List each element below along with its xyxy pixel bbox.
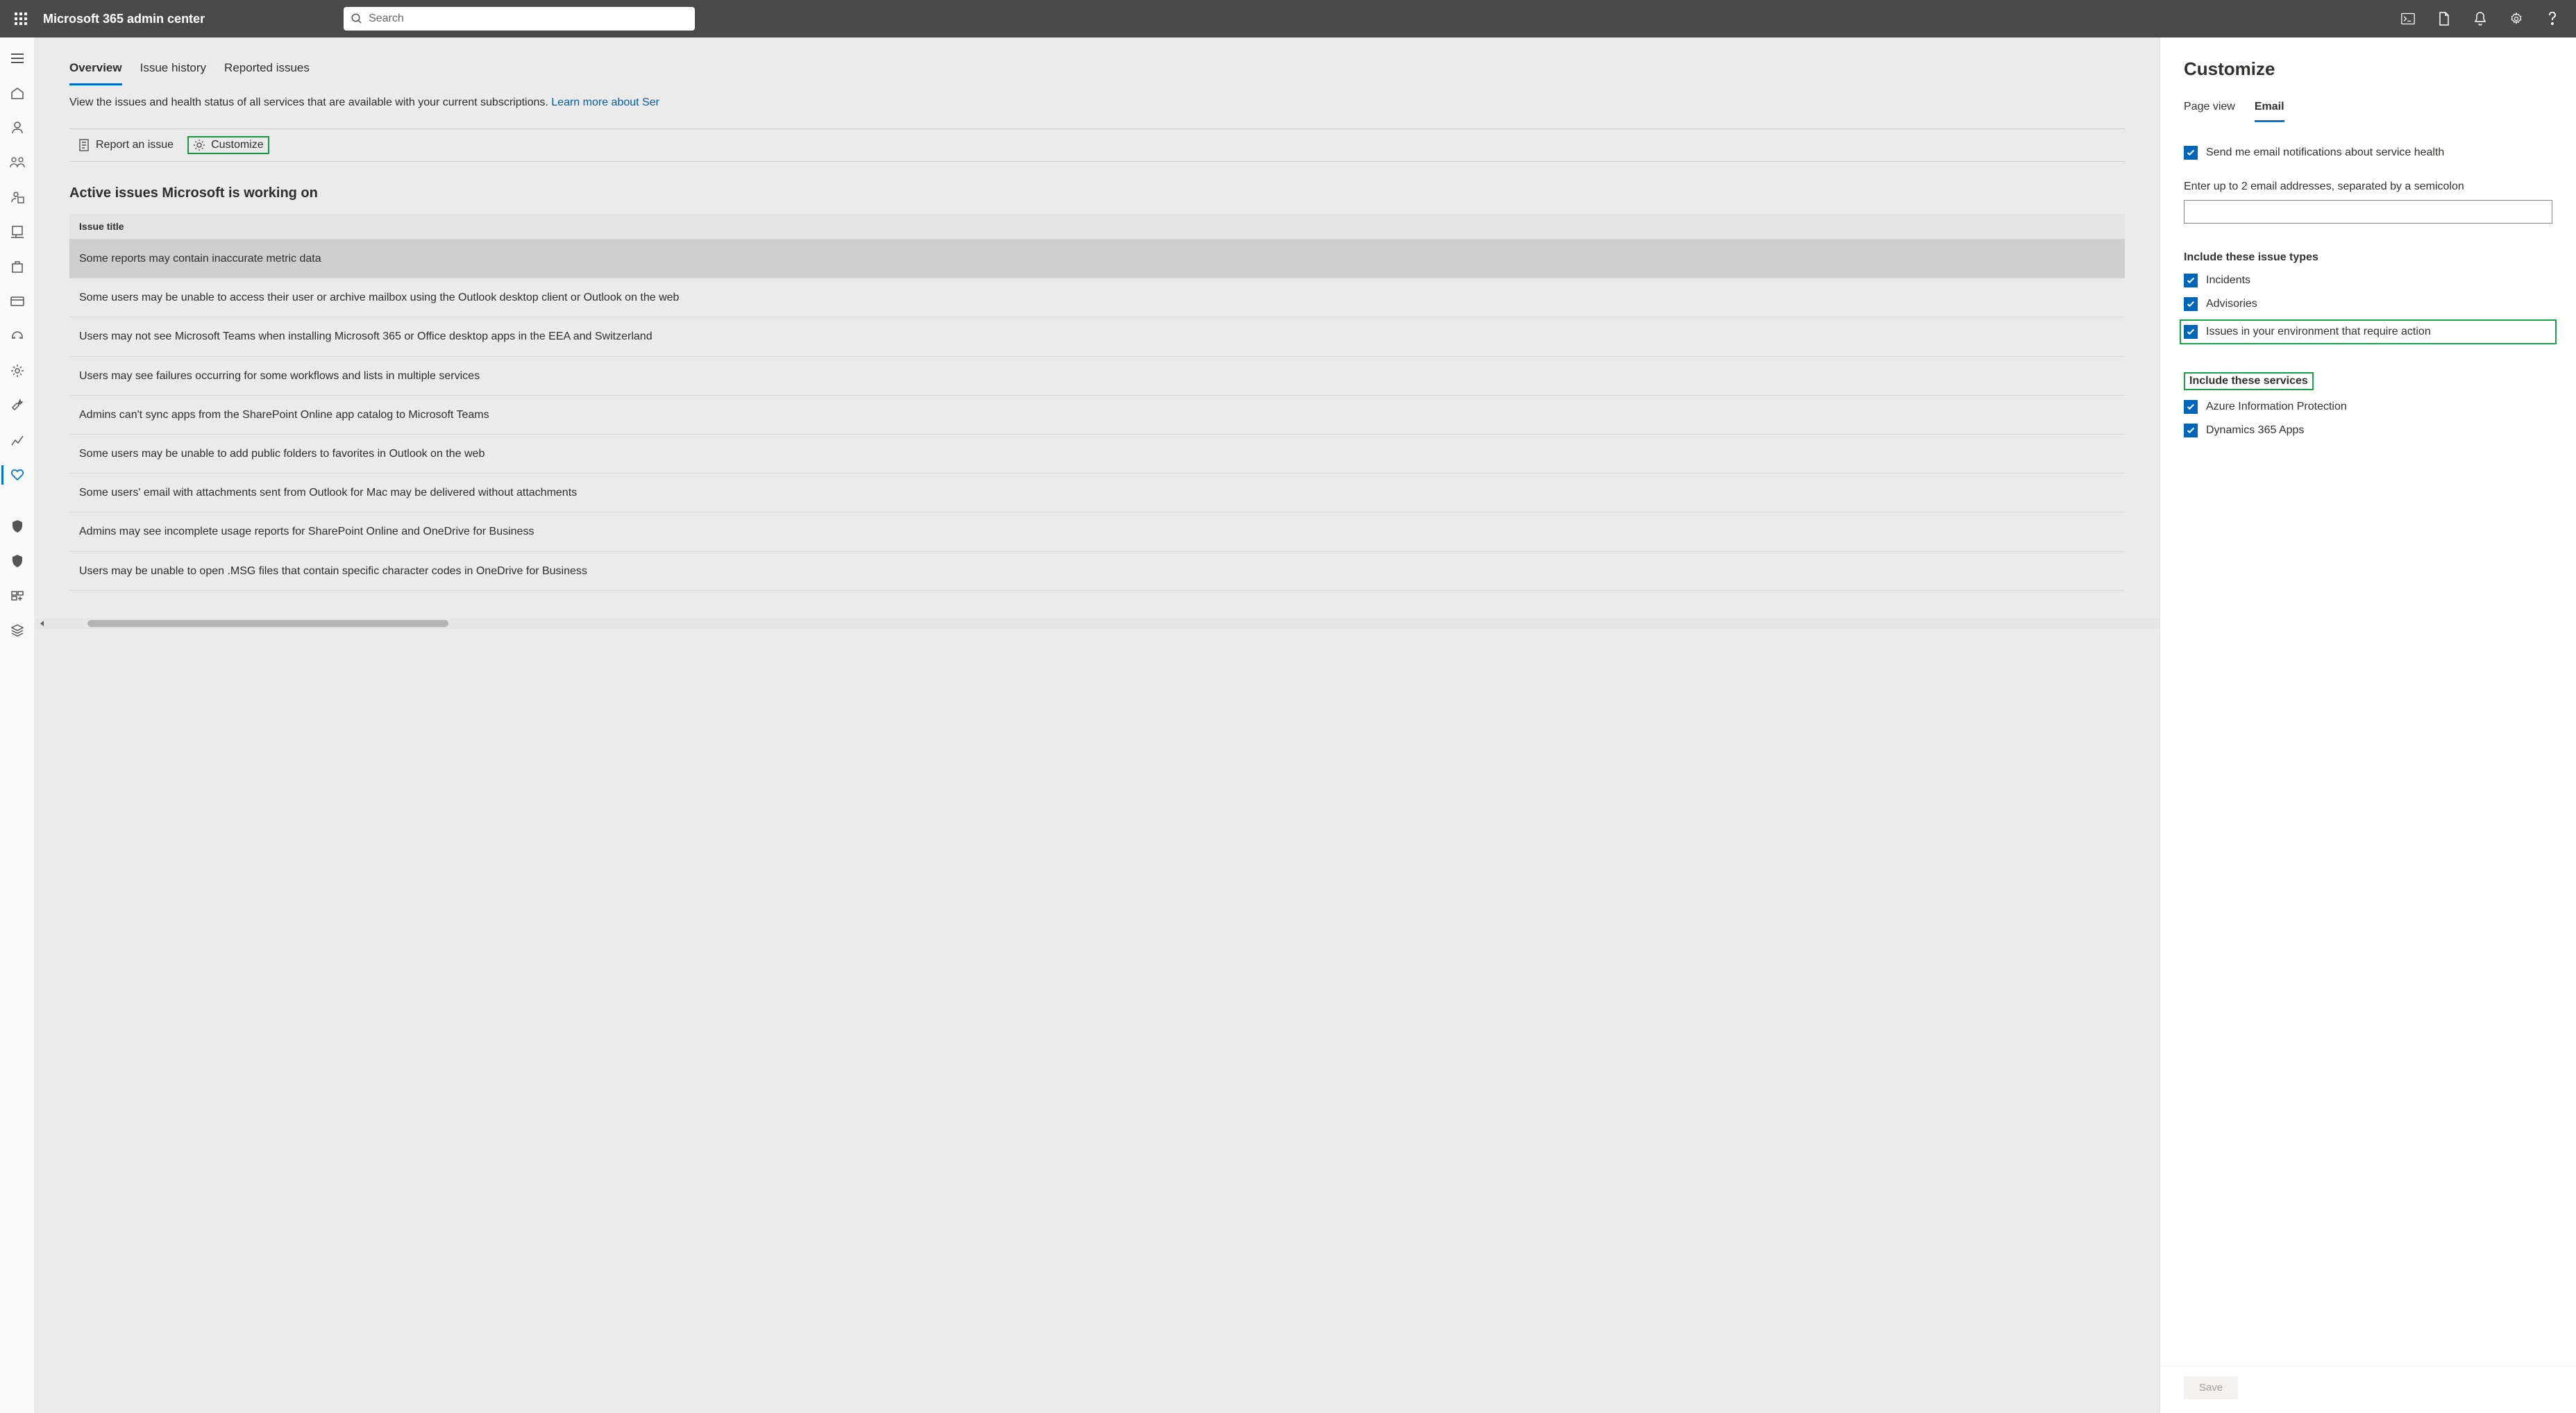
nav-support[interactable] — [1, 324, 33, 349]
customize-panel: Customize Page view Email Send me email … — [2160, 37, 2576, 1413]
report-issue-label: Report an issue — [96, 139, 174, 151]
send-me-checkbox[interactable] — [2184, 146, 2198, 160]
panel-tabs: Page view Email — [2184, 101, 2552, 122]
report-icon — [79, 139, 90, 151]
waffle-icon — [15, 12, 27, 25]
file-icon[interactable] — [2427, 2, 2461, 35]
issuetype-advisories-row: Advisories — [2184, 297, 2552, 311]
issue-row[interactable]: Users may not see Microsoft Teams when i… — [69, 317, 2125, 356]
send-me-label: Send me email notifications about servic… — [2206, 147, 2444, 159]
issuetype-env-row: Issues in your environment that require … — [2184, 324, 2552, 340]
incidents-checkbox[interactable] — [2184, 274, 2198, 287]
nav-admin-centers[interactable] — [1, 583, 33, 608]
learn-more-link[interactable]: Learn more about Ser — [551, 97, 659, 108]
nav-roles[interactable] — [1, 185, 33, 210]
tab-overview[interactable]: Overview — [69, 54, 122, 85]
nav-setup[interactable] — [1, 393, 33, 418]
service-d365-row: Dynamics 365 Apps — [2184, 424, 2552, 437]
nav-security[interactable] — [1, 514, 33, 539]
customize-button[interactable]: Customize — [187, 136, 269, 154]
tab-reported-issues[interactable]: Reported issues — [224, 54, 310, 85]
panel-tab-email[interactable]: Email — [2255, 101, 2284, 122]
nav-compliance[interactable] — [1, 549, 33, 574]
issue-row[interactable]: Some users may be unable to add public f… — [69, 435, 2125, 474]
issues-list: Some reports may contain inaccurate metr… — [69, 240, 2125, 591]
issue-types-heading: Include these issue types — [2184, 251, 2552, 264]
nav-devices[interactable] — [1, 219, 33, 244]
email-field-label: Enter up to 2 email addresses, separated… — [2184, 181, 2552, 193]
nav-billing[interactable] — [1, 289, 33, 314]
command-bar: Report an issue Customize — [69, 128, 2125, 162]
gear-icon — [193, 139, 205, 151]
env-issues-checkbox[interactable] — [2184, 325, 2198, 339]
nav-hamburger[interactable] — [1, 46, 33, 71]
search-box[interactable] — [344, 7, 695, 31]
help-icon[interactable] — [2536, 2, 2569, 35]
panel-tab-page-view[interactable]: Page view — [2184, 101, 2235, 122]
customize-label: Customize — [211, 139, 264, 151]
issue-row[interactable]: Admins may see incomplete usage reports … — [69, 512, 2125, 551]
env-issues-label: Issues in your environment that require … — [2206, 326, 2431, 338]
nav-users[interactable] — [1, 115, 33, 140]
shell-cmd-icon[interactable] — [2391, 2, 2425, 35]
search-icon — [351, 12, 363, 25]
panel-title: Customize — [2184, 58, 2552, 80]
intro-text-span: View the issues and health status of all… — [69, 97, 551, 108]
services-heading: Include these services — [2184, 372, 2314, 390]
send-me-row: Send me email notifications about servic… — [2184, 146, 2552, 160]
nav-settings[interactable] — [1, 358, 33, 383]
active-issues-heading: Active issues Microsoft is working on — [69, 185, 2125, 201]
search-input[interactable] — [369, 12, 688, 25]
panel-footer: Save — [2160, 1366, 2576, 1413]
issue-col-header: Issue title — [69, 214, 2125, 240]
aip-label: Azure Information Protection — [2206, 401, 2347, 413]
issue-row[interactable]: Some users' email with attachments sent … — [69, 474, 2125, 512]
intro-text: View the issues and health status of all… — [69, 97, 2125, 109]
nav-reports[interactable] — [1, 428, 33, 453]
advisories-label: Advisories — [2206, 298, 2257, 310]
gear-icon[interactable] — [2500, 2, 2533, 35]
report-issue-button[interactable]: Report an issue — [72, 136, 180, 154]
incidents-label: Incidents — [2206, 274, 2250, 287]
issue-row[interactable]: Some reports may contain inaccurate metr… — [69, 240, 2125, 278]
issue-row[interactable]: Admins can't sync apps from the SharePoi… — [69, 396, 2125, 435]
nav-home[interactable] — [1, 81, 33, 106]
issue-row[interactable]: Some users may be unable to access their… — [69, 278, 2125, 317]
tab-issue-history[interactable]: Issue history — [140, 54, 206, 85]
main-content: Overview Issue history Reported issues V… — [35, 37, 2160, 1413]
d365-label: Dynamics 365 Apps — [2206, 424, 2304, 437]
issuetype-incidents-row: Incidents — [2184, 274, 2552, 287]
d365-checkbox[interactable] — [2184, 424, 2198, 437]
bell-icon[interactable] — [2464, 2, 2497, 35]
advisories-checkbox[interactable] — [2184, 297, 2198, 311]
save-button[interactable]: Save — [2184, 1376, 2238, 1399]
issue-row[interactable]: Users may be unable to open .MSG files t… — [69, 552, 2125, 591]
left-nav — [0, 37, 35, 1413]
nav-all[interactable] — [1, 618, 33, 643]
scroll-left-icon — [39, 620, 46, 627]
app-header: Microsoft 365 admin center — [0, 0, 2576, 37]
scrollbar-thumb[interactable] — [87, 620, 448, 627]
app-title: Microsoft 365 admin center — [37, 12, 205, 26]
nav-resources[interactable] — [1, 254, 33, 279]
service-aip-row: Azure Information Protection — [2184, 400, 2552, 414]
page-tabs: Overview Issue history Reported issues — [69, 54, 2125, 85]
horizontal-scrollbar[interactable] — [35, 619, 2160, 628]
email-addresses-input[interactable] — [2184, 200, 2552, 224]
services-heading-wrap: Include these services — [2184, 372, 2552, 390]
aip-checkbox[interactable] — [2184, 400, 2198, 414]
app-launcher-button[interactable] — [4, 2, 37, 35]
nav-health[interactable] — [1, 462, 33, 487]
nav-teams[interactable] — [1, 150, 33, 175]
issue-row[interactable]: Users may see failures occurring for som… — [69, 357, 2125, 396]
